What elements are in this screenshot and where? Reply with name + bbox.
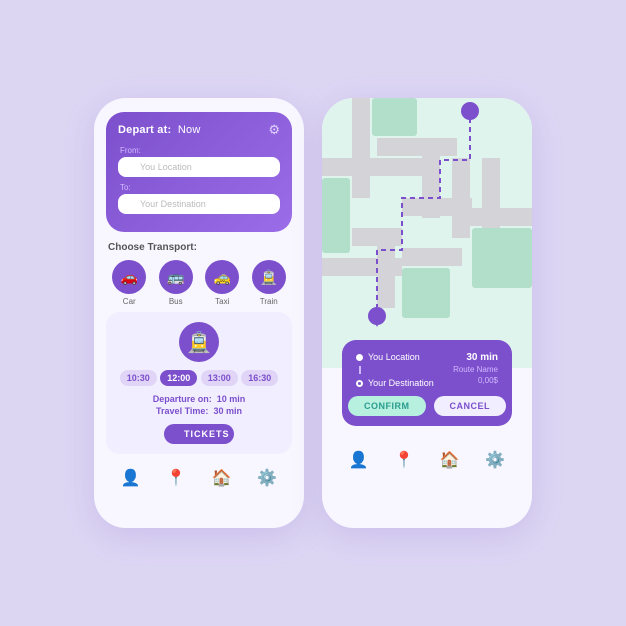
to-dot [356, 380, 363, 387]
gear-icon[interactable]: ⚙ [268, 122, 280, 138]
route-time: 30 min [466, 352, 498, 363]
transport-row: 🚗 Car 🚌 Bus 🚕 Taxi 🚊 Train [106, 260, 292, 306]
choose-transport-label: Choose Transport: [108, 242, 290, 253]
time-1200[interactable]: 12:00 [160, 370, 197, 386]
route-name: Route Name [453, 365, 498, 374]
car-icon: 🚗 [112, 260, 146, 294]
from-route-item: You Location [356, 352, 434, 362]
route-price: 0,00$ [478, 376, 498, 385]
map-svg [322, 98, 532, 368]
bus-icon: 🚌 [159, 260, 193, 294]
nav-location-icon[interactable]: 📍 [166, 468, 186, 488]
transport-car[interactable]: 🚗 Car [112, 260, 146, 306]
info-card: You Location Your Destination 30 min Rou… [342, 340, 512, 426]
phones-container: Depart at: Now ⚙ From: 📍 You Location To… [94, 98, 532, 528]
train-label: Train [260, 297, 278, 306]
transport-taxi[interactable]: 🚕 Taxi [205, 260, 239, 306]
time-row: 10:30 12:00 13:00 16:30 [118, 370, 280, 386]
train-circle-big: 🚊 [179, 322, 219, 362]
time-1030[interactable]: 10:30 [120, 370, 157, 386]
time-1630[interactable]: 16:30 [241, 370, 278, 386]
departure-info: Departure on: 10 min [118, 394, 280, 404]
travel-info: Travel Time: 30 min [118, 406, 280, 416]
nav-location-icon-r[interactable]: 📍 [394, 450, 414, 470]
from-input[interactable]: You Location [118, 157, 280, 177]
route-labels: You Location Your Destination [356, 352, 434, 388]
confirm-button[interactable]: CONFIRM [348, 396, 426, 416]
taxi-icon: 🚕 [205, 260, 239, 294]
route-info-right: 30 min Route Name 0,00$ [453, 352, 498, 388]
from-label: From: [118, 146, 280, 155]
depart-label: Depart at: Now [118, 124, 200, 136]
route-dashed-connector [359, 366, 361, 374]
card-buttons: CONFIRM CANCEL [356, 396, 498, 416]
header-card: Depart at: Now ⚙ From: 📍 You Location To… [106, 112, 292, 232]
nav-home-icon[interactable]: 🏠 [212, 468, 232, 488]
to-route-item: Your Destination [356, 378, 434, 388]
info-card-top: You Location Your Destination 30 min Rou… [356, 352, 498, 388]
time-1300[interactable]: 13:00 [201, 370, 238, 386]
to-input[interactable]: Your Destination [118, 194, 280, 214]
nav-settings-icon-r[interactable]: ⚙️ [485, 450, 505, 470]
to-label: To: [118, 183, 280, 192]
left-phone: Depart at: Now ⚙ From: 📍 You Location To… [94, 98, 304, 528]
transport-train[interactable]: 🚊 Train [252, 260, 286, 306]
selected-transport-display: 🚊 [118, 322, 280, 362]
train-icon: 🚊 [252, 260, 286, 294]
schedule-box: 🚊 10:30 12:00 13:00 16:30 Departure on: … [106, 312, 292, 454]
cancel-button[interactable]: CANCEL [434, 396, 507, 416]
from-dot [356, 354, 363, 361]
taxi-label: Taxi [215, 297, 229, 306]
to-route-text: Your Destination [368, 378, 434, 388]
bottom-nav-right: 👤 📍 🏠 ⚙️ [322, 442, 532, 478]
depart-now: Now [178, 124, 201, 136]
car-label: Car [123, 297, 136, 306]
map-area [322, 98, 532, 368]
transport-bus[interactable]: 🚌 Bus [159, 260, 193, 306]
bus-label: Bus [169, 297, 183, 306]
bottom-nav-left: 👤 📍 🏠 ⚙️ [94, 460, 304, 496]
nav-home-icon-r[interactable]: 🏠 [440, 450, 460, 470]
from-route-text: You Location [368, 352, 420, 362]
nav-profile-icon-r[interactable]: 👤 [349, 450, 369, 470]
nav-settings-icon[interactable]: ⚙️ [257, 468, 277, 488]
right-phone: You Location Your Destination 30 min Rou… [322, 98, 532, 528]
nav-profile-icon[interactable]: 👤 [121, 468, 141, 488]
tickets-button[interactable]: TICKETS [164, 424, 234, 444]
